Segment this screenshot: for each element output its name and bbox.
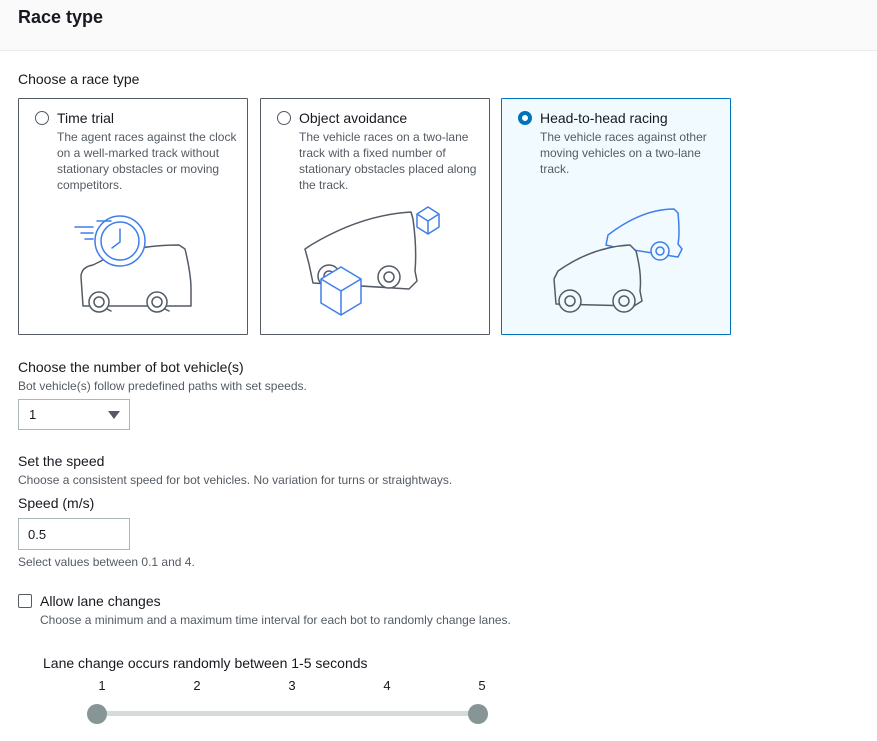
race-type-option-head-to-head[interactable]: Head-to-head racing The vehicle races ag… — [501, 98, 731, 335]
section-title: Race type — [18, 7, 104, 27]
lane-slider-label: Lane change occurs randomly between 1-5 … — [43, 655, 368, 671]
speed-field-label: Speed (m/s) — [18, 495, 95, 511]
bots-description: Bot vehicle(s) follow predefined paths w… — [18, 379, 307, 393]
bots-select[interactable]: 1 — [18, 399, 130, 430]
speed-label: Set the speed — [18, 453, 105, 469]
slider-tick: 1 — [98, 678, 106, 693]
two-cars-icon — [553, 208, 683, 313]
lane-slider-track[interactable] — [97, 711, 479, 716]
speed-description: Choose a consistent speed for bot vehicl… — [18, 473, 453, 487]
slider-tick: 3 — [288, 678, 296, 693]
car-with-boxes-icon — [304, 206, 440, 316]
race-type-label: Choose a race type — [18, 71, 140, 87]
allow-lane-changes-checkbox[interactable] — [18, 594, 32, 608]
slider-tick: 5 — [478, 678, 486, 693]
slider-tick: 2 — [193, 678, 201, 693]
allow-lane-changes-label: Allow lane changes — [40, 593, 161, 609]
bots-select-value: 1 — [29, 407, 37, 422]
slider-tick: 4 — [383, 678, 391, 693]
section-header: Race type — [0, 0, 877, 51]
car-with-clock-icon — [74, 215, 192, 313]
race-type-option-time-trial[interactable]: Time trial The agent races against the c… — [18, 98, 248, 335]
allow-lane-changes-description: Choose a minimum and a maximum time inte… — [40, 613, 511, 627]
race-type-option-object-avoidance[interactable]: Object avoidance The vehicle races on a … — [260, 98, 490, 335]
caret-down-icon — [108, 411, 120, 419]
speed-input[interactable] — [18, 518, 130, 550]
speed-hint: Select values between 0.1 and 4. — [18, 555, 195, 569]
bots-label: Choose the number of bot vehicle(s) — [18, 359, 244, 375]
lane-slider-max-handle[interactable] — [468, 704, 488, 724]
lane-slider-min-handle[interactable] — [87, 704, 107, 724]
